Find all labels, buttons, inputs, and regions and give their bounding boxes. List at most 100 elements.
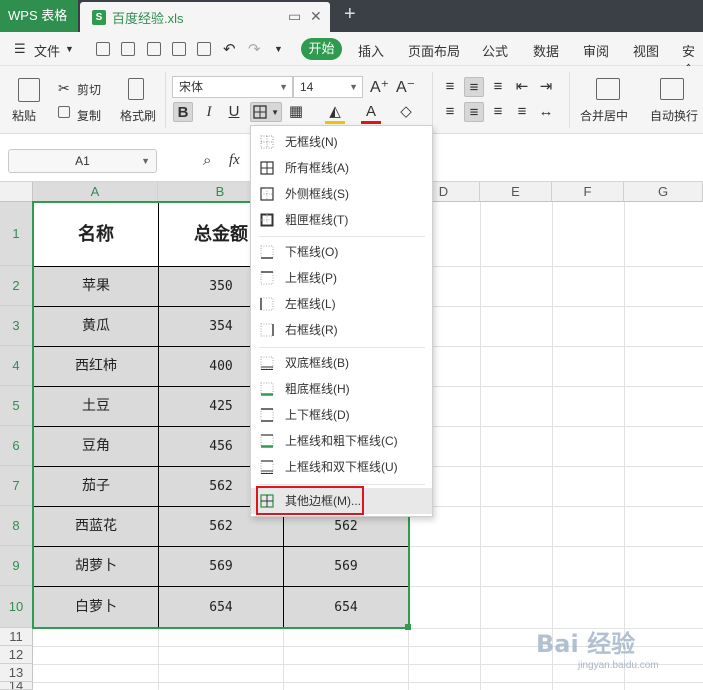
font-size-select[interactable]: 14 ▼ (293, 76, 363, 98)
align-left-icon[interactable]: ≡ (440, 102, 460, 122)
menu-item-top-double-bottom-border[interactable]: 上框线和双下框线(U) (251, 454, 432, 480)
borders-dropdown-button[interactable]: ▼ (250, 102, 282, 122)
row-header[interactable]: 5 (0, 386, 33, 426)
tab-insert[interactable]: 插入 (358, 41, 384, 60)
menu-item-top-bottom-border[interactable]: 上下框线(D) (251, 402, 432, 428)
align-right-icon[interactable]: ≡ (488, 102, 508, 122)
menu-item-label: 粗匣框线(T) (285, 213, 349, 227)
cut-button[interactable]: 剪切 (77, 81, 101, 98)
chevron-down-icon[interactable]: ▼ (65, 44, 74, 54)
merge-cells-icon[interactable] (596, 78, 620, 100)
row-header[interactable]: 7 (0, 466, 33, 506)
close-tab-icon[interactable]: ✕ (310, 8, 322, 25)
menu-item-no-border[interactable]: 无框线(N) (251, 129, 432, 155)
align-bottom-icon[interactable]: ≡ (488, 77, 508, 97)
all-borders-icon (253, 105, 267, 119)
fill-color-icon[interactable]: ▦ (286, 102, 306, 122)
menu-item-bottom-border[interactable]: 下框线(O) (251, 239, 432, 265)
row-header[interactable]: 2 (0, 266, 33, 306)
row-header[interactable]: 14 (0, 682, 33, 690)
row-header[interactable]: 13 (0, 664, 33, 682)
app-name[interactable]: WPS 表格 (0, 0, 78, 32)
paste-button[interactable]: 粘贴 (12, 107, 36, 124)
column-header[interactable]: G (624, 182, 703, 202)
wrap-text-icon[interactable] (660, 78, 684, 100)
copy-button[interactable]: 复制 (77, 107, 101, 124)
menu-item-left-border[interactable]: 左框线(L) (251, 291, 432, 317)
italic-button[interactable]: I (199, 102, 219, 122)
underline-button[interactable]: U (224, 102, 244, 122)
open-folder-icon[interactable] (96, 42, 110, 56)
row-header[interactable]: 9 (0, 546, 33, 586)
row-header[interactable]: 4 (0, 346, 33, 386)
merge-center-button[interactable]: 合并居中 (580, 107, 628, 124)
justify-icon[interactable]: ≡ (512, 102, 532, 122)
new-tab-icon[interactable]: + (344, 3, 356, 26)
redo-icon[interactable]: ↷ (248, 40, 261, 58)
highlight-color-icon[interactable]: ◭ (325, 102, 345, 122)
menu-item-all-borders[interactable]: 所有框线(A) (251, 155, 432, 181)
row-header[interactable]: 6 (0, 426, 33, 466)
tab-formula[interactable]: 公式 (482, 41, 508, 60)
indent-increase-icon[interactable]: ⇥ (536, 77, 556, 97)
tab-data[interactable]: 数据 (533, 41, 559, 60)
undo-icon[interactable]: ↶ (223, 40, 236, 58)
gridline (624, 202, 625, 690)
row-header[interactable]: 8 (0, 506, 33, 546)
font-color-icon[interactable]: A (361, 102, 381, 122)
fill-handle[interactable] (405, 624, 411, 630)
bold-button[interactable]: B (173, 102, 193, 122)
menu-item-double-bottom-border[interactable]: 双底框线(B) (251, 350, 432, 376)
zoom-search-icon[interactable]: ⌕ (203, 152, 211, 169)
format-painter-button[interactable]: 格式刷 (120, 107, 156, 124)
menu-divider (259, 236, 425, 237)
row-header[interactable]: 10 (0, 586, 33, 628)
row-header[interactable]: 11 (0, 628, 33, 646)
tab-view[interactable]: 视图 (633, 41, 659, 60)
eraser-icon[interactable]: ◇ (396, 102, 416, 122)
export-pdf-icon[interactable] (147, 42, 161, 56)
tab-review[interactable]: 审阅 (583, 41, 609, 60)
increase-font-icon[interactable]: A⁺ (370, 77, 389, 97)
indent-decrease-icon[interactable]: ⇤ (512, 77, 532, 97)
distributed-align-icon[interactable]: ↔ (536, 102, 556, 122)
column-header[interactable]: E (480, 182, 552, 202)
print-preview-icon[interactable] (197, 42, 211, 56)
font-name-select[interactable]: 宋体 ▼ (172, 76, 293, 98)
menu-item-label: 下框线(O) (285, 245, 339, 259)
menu-item-thick-box-border[interactable]: 粗匣框线(T) (251, 207, 432, 233)
menu-item-top-border[interactable]: 上框线(P) (251, 265, 432, 291)
row-header[interactable]: 3 (0, 306, 33, 346)
format-painter-icon[interactable] (128, 78, 144, 100)
wrap-text-button[interactable]: 自动换行 (650, 107, 698, 124)
scissors-icon[interactable]: ✂ (58, 80, 70, 97)
menu-item-outside-borders[interactable]: 外侧框线(S) (251, 181, 432, 207)
column-header[interactable]: F (552, 182, 624, 202)
save-icon[interactable] (121, 42, 135, 56)
restore-icon[interactable]: ▭ (288, 8, 301, 25)
align-center-icon[interactable]: ≡ (464, 102, 484, 122)
select-all-corner[interactable] (0, 182, 33, 202)
copy-icon[interactable] (58, 106, 70, 118)
function-fx-icon[interactable]: fx (229, 152, 240, 169)
print-icon[interactable] (172, 42, 186, 56)
decrease-font-icon[interactable]: A⁻ (396, 77, 415, 97)
menu-item-thick-bottom-border[interactable]: 粗底框线(H) (251, 376, 432, 402)
tab-page-layout[interactable]: 页面布局 (408, 41, 460, 60)
menu-file[interactable]: 文件 (34, 41, 60, 60)
document-tab[interactable]: S 百度经验.xls ▭ ✕ (80, 2, 330, 32)
align-top-icon[interactable]: ≡ (440, 77, 460, 97)
menu-item-label: 右框线(R) (285, 323, 338, 337)
tab-home[interactable]: 开始 (301, 38, 342, 60)
row-header[interactable]: 12 (0, 646, 33, 664)
gridline (480, 202, 481, 690)
menu-item-right-border[interactable]: 右框线(R) (251, 317, 432, 343)
paste-icon[interactable] (18, 78, 40, 102)
align-middle-icon[interactable]: ≡ (464, 77, 484, 97)
hamburger-icon[interactable]: ☰ (14, 41, 26, 57)
column-header[interactable]: A (33, 182, 158, 202)
row-header[interactable]: 1 (0, 202, 33, 266)
quick-access-dropdown-icon[interactable]: ▼ (274, 44, 283, 54)
menu-item-top-thick-bottom-border[interactable]: 上框线和粗下框线(C) (251, 428, 432, 454)
name-box[interactable]: A1 ▼ (8, 149, 157, 173)
